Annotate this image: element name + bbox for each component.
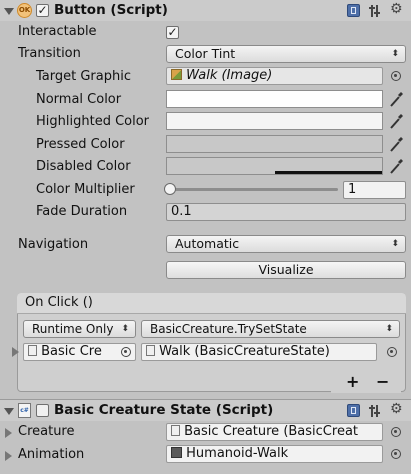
navigation-value: Automatic [175,236,240,251]
function-dropdown[interactable]: BasicCreature.TrySetState ⬍ [141,320,400,338]
foldout-collapsed-icon[interactable] [5,451,12,461]
disabled-color-label: Disabled Color [36,159,131,174]
creature-label: Creature [18,424,75,439]
dropdown-arrow-icon: ⬍ [391,239,399,249]
color-multiplier-input[interactable]: 1 [343,181,406,199]
target-graphic-value: Walk (Image) [186,68,273,83]
transition-value: Color Tint [175,46,236,61]
runtime-mode-value: Runtime Only [32,322,114,336]
pressed-color-label: Pressed Color [36,137,125,152]
event-argument-field[interactable]: Walk (BasicCreatureState) [141,343,377,361]
image-icon [171,69,182,80]
animation-clip-icon [171,447,182,458]
settings-gear-icon[interactable]: ⚙ [390,1,403,17]
object-picker-icon[interactable] [391,427,401,437]
color-multiplier-slider-track[interactable] [170,188,338,191]
color-multiplier-label: Color Multiplier [36,182,135,197]
object-picker-icon[interactable] [121,347,131,357]
reorder-handle-icon[interactable] [12,347,19,357]
object-picker-icon[interactable] [387,347,397,357]
script-object-icon [146,345,155,356]
pressed-color-swatch[interactable] [166,135,383,153]
foldout-collapsed-icon[interactable] [5,428,12,438]
visualize-button[interactable]: Visualize [166,261,406,279]
normal-color-label: Normal Color [36,92,122,107]
navigation-label: Navigation [18,237,89,252]
fade-duration-input[interactable]: 0.1 [166,203,406,221]
button-enabled-checkbox[interactable]: ✓ [36,4,49,17]
script-icon: c# [18,403,31,418]
highlighted-color-label: Highlighted Color [36,114,150,129]
object-picker-icon[interactable] [391,71,401,81]
eyedropper-icon[interactable] [388,112,404,130]
state-component-title: Basic Creature State (Script) [54,402,274,418]
button-component-title: Button (Script) [54,2,168,18]
script-object-icon [28,345,37,356]
transition-label: Transition [18,46,81,61]
object-picker-icon[interactable] [391,449,401,459]
creature-value: Basic Creature (BasicCreat [184,424,359,439]
normal-color-swatch[interactable] [166,90,383,108]
highlighted-color-swatch[interactable] [166,112,383,130]
help-book-icon[interactable] [347,4,360,17]
target-graphic-field[interactable]: Walk (Image) [166,67,383,85]
state-enabled-checkbox[interactable] [36,404,49,417]
animation-label: Animation [18,447,85,462]
target-graphic-label: Target Graphic [36,69,131,84]
on-click-title: On Click () [25,295,93,310]
help-book-icon[interactable] [347,404,360,417]
event-target-object-field[interactable]: Basic Cre [23,343,136,361]
disabled-color-swatch[interactable] [166,157,383,175]
dropdown-arrow-icon: ⬍ [391,49,399,59]
interactable-label: Interactable [18,24,97,39]
foldout-expanded-icon[interactable] [4,408,14,415]
preset-sliders-icon[interactable] [369,404,383,418]
script-object-icon [171,425,180,436]
animation-value: Humanoid-Walk [186,446,289,461]
creature-field[interactable]: Basic Creature (BasicCreat [166,423,383,441]
remove-listener-button[interactable]: − [376,372,389,391]
navigation-dropdown[interactable]: Automatic ⬍ [166,235,406,253]
eyedropper-icon[interactable] [388,135,404,153]
dropdown-arrow-icon: ⬍ [385,324,393,334]
settings-gear-icon[interactable]: ⚙ [390,401,403,417]
interactable-checkbox[interactable]: ✓ [166,26,179,39]
event-argument-value: Walk (BasicCreatureState) [159,344,330,359]
eyedropper-icon[interactable] [388,157,404,175]
preset-sliders-icon[interactable] [369,4,383,18]
add-remove-footer [331,374,401,393]
foldout-expanded-icon[interactable] [4,8,14,15]
dropdown-arrow-icon: ⬍ [121,324,129,334]
alpha-bar [275,171,382,174]
runtime-mode-dropdown[interactable]: Runtime Only ⬍ [23,320,136,338]
add-listener-button[interactable]: + [346,372,359,391]
transition-dropdown[interactable]: Color Tint ⬍ [166,45,406,63]
fade-duration-label: Fade Duration [36,204,128,219]
event-target-object-value: Basic Cre [41,344,102,359]
color-multiplier-slider-thumb[interactable] [164,183,176,195]
animation-field[interactable]: Humanoid-Walk [166,445,383,463]
function-value: BasicCreature.TrySetState [150,322,307,336]
button-component-icon: OK [17,3,32,18]
eyedropper-icon[interactable] [388,90,404,108]
